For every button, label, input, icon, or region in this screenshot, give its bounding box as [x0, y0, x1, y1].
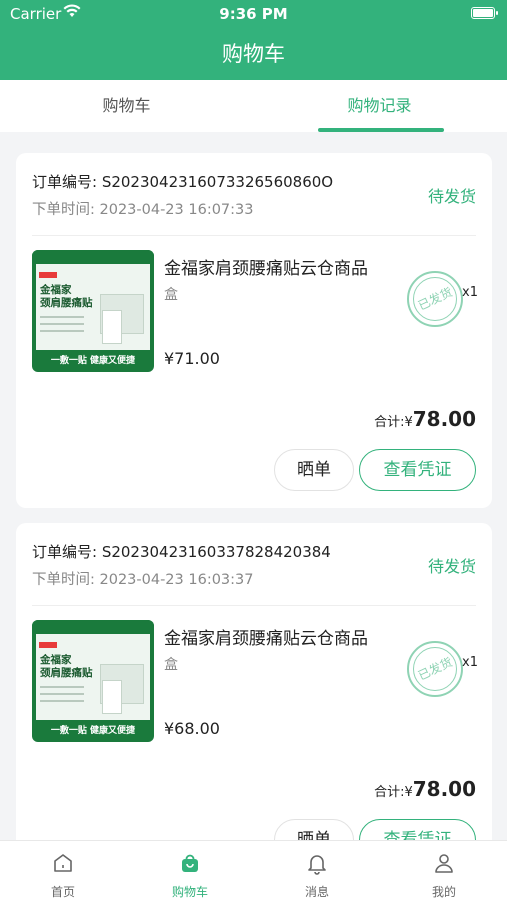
- thumb-subtitle: 颈肩腰痛贴: [40, 297, 93, 309]
- nav-profile-label: 我的: [431, 885, 456, 899]
- product-quantity: x1: [462, 285, 478, 300]
- thumb-footer: 一敷一贴 健康又便捷: [50, 726, 136, 736]
- order-card[interactable]: 订单编号: S2023042316033782842038​4 下单时间: 20…: [16, 523, 492, 863]
- product-unit: 盒: [164, 287, 178, 303]
- order-number: 订单编号: S2023042316073326560860O: [32, 173, 334, 191]
- order-number: 订单编号: S2023042316033782842038​4: [32, 543, 331, 561]
- active-tab-indicator: [318, 128, 444, 132]
- clock: 9:36 PM: [219, 5, 288, 23]
- nav-cart[interactable]: 购物车: [127, 841, 253, 900]
- product-image[interactable]: 金福家 颈肩腰痛贴 一敷一贴 健康又便捷: [32, 620, 154, 742]
- order-total: 合计:¥78.00: [374, 407, 476, 431]
- home-icon: [54, 854, 72, 872]
- view-voucher-button[interactable]: 查看凭证: [359, 449, 476, 491]
- shopping-bag-icon: [182, 854, 198, 872]
- total-value: 78.00: [412, 407, 476, 431]
- total-label: 合计:¥: [374, 785, 413, 800]
- shipped-stamp: 已发货: [407, 271, 463, 327]
- product-image[interactable]: 金福家 颈肩腰痛贴 一敷一贴 健康又便捷: [32, 250, 154, 372]
- nav-messages-label: 消息: [304, 885, 329, 899]
- divider: [32, 605, 476, 606]
- order-total: 合计:¥78.00: [374, 777, 476, 801]
- nav-cart-label: 购物车: [171, 885, 208, 899]
- tab-bar: 购物车 购物记录: [0, 80, 507, 132]
- status-bar: Carrier 9:36 PM: [0, 0, 507, 28]
- order-status: 待发货: [427, 187, 476, 206]
- product-name[interactable]: 金福家肩颈腰痛贴云仓商品: [164, 624, 368, 649]
- total-value: 78.00: [412, 777, 476, 801]
- thumb-title: 金福家: [40, 654, 72, 666]
- thumb-subtitle: 颈肩腰痛贴: [40, 667, 93, 679]
- shipped-stamp: 已发货: [407, 641, 463, 697]
- page-title: 购物车: [222, 42, 285, 66]
- total-label: 合计:¥: [374, 415, 413, 430]
- thumb-title: 金福家: [40, 284, 72, 296]
- bottom-tab-bar: 首页 购物车 消息 我的: [0, 840, 507, 900]
- battery-icon: [471, 7, 498, 19]
- product-quantity: x1: [462, 655, 478, 670]
- order-time: 下单时间: 2023-04-23 16:03:37: [32, 572, 254, 588]
- nav-profile[interactable]: 我的: [381, 841, 507, 900]
- stamp-text: 已发货: [415, 655, 455, 683]
- user-icon: [435, 854, 453, 873]
- share-order-button[interactable]: 晒单: [274, 449, 354, 491]
- product-price: ¥71.00: [164, 349, 220, 368]
- order-card[interactable]: 订单编号: S2023042316073326560860O 下单时间: 202…: [16, 153, 492, 508]
- nav-home-label: 首页: [50, 885, 75, 899]
- divider: [32, 235, 476, 236]
- tab-purchase-history[interactable]: 购物记录: [253, 80, 506, 132]
- product-unit: 盒: [164, 657, 178, 673]
- order-time: 下单时间: 2023-04-23 16:07:33: [32, 202, 254, 218]
- product-price: ¥68.00: [164, 719, 220, 738]
- top-bar: Carrier 9:36 PM 购物车: [0, 0, 507, 80]
- tab-cart[interactable]: 购物车: [0, 80, 253, 132]
- nav-home[interactable]: 首页: [0, 841, 126, 900]
- order-status: 待发货: [427, 557, 476, 576]
- stamp-text: 已发货: [415, 285, 455, 313]
- product-name[interactable]: 金福家肩颈腰痛贴云仓商品: [164, 254, 368, 279]
- nav-messages[interactable]: 消息: [254, 841, 380, 900]
- thumb-footer: 一敷一贴 健康又便捷: [50, 356, 136, 366]
- bell-icon: [308, 855, 326, 875]
